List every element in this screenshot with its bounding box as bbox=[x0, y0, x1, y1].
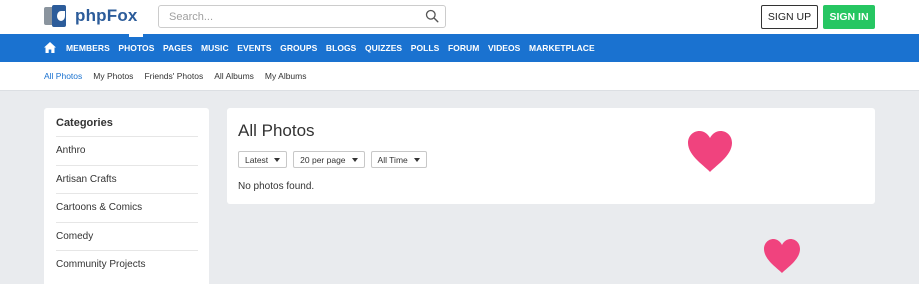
filter-bar: Latest 20 per page All Time bbox=[238, 151, 433, 168]
nav-item-events[interactable]: EVENTS bbox=[237, 34, 271, 62]
nav-item-polls[interactable]: POLLS bbox=[411, 34, 440, 62]
top-bar: phpFox SIGN UP SIGN IN bbox=[0, 0, 919, 34]
categories-title: Categories bbox=[56, 117, 113, 129]
categories-panel: Categories Anthro Artisan Crafts Cartoon… bbox=[44, 108, 209, 284]
logo-icon bbox=[44, 5, 72, 27]
nav-item-members[interactable]: MEMBERS bbox=[66, 34, 110, 62]
nav-item-quizzes[interactable]: QUIZZES bbox=[365, 34, 402, 62]
nav-item-pages[interactable]: PAGES bbox=[163, 34, 192, 62]
nav-item-videos[interactable]: VIDEOS bbox=[488, 34, 520, 62]
main-nav: MEMBERS PHOTOS PAGES MUSIC EVENTS GROUPS… bbox=[0, 34, 919, 62]
time-dropdown[interactable]: All Time bbox=[370, 151, 427, 168]
heart-icon bbox=[764, 239, 800, 273]
empty-message: No photos found. bbox=[238, 181, 315, 192]
sign-up-button[interactable]: SIGN UP bbox=[761, 5, 818, 29]
home-icon[interactable] bbox=[44, 42, 56, 53]
sort-dropdown[interactable]: Latest bbox=[238, 151, 288, 168]
subnav-item-my-albums[interactable]: My Albums bbox=[265, 71, 307, 81]
caret-down-icon bbox=[351, 157, 358, 162]
photos-panel: All Photos Latest 20 per page All Time N… bbox=[227, 108, 875, 204]
category-item[interactable]: Cartoons & Comics bbox=[56, 193, 198, 222]
logo-text: phpFox bbox=[75, 6, 138, 25]
subnav-item-all-albums[interactable]: All Albums bbox=[214, 71, 254, 81]
search-box bbox=[158, 5, 446, 28]
nav-item-music[interactable]: MUSIC bbox=[201, 34, 229, 62]
nav-item-forum[interactable]: FORUM bbox=[448, 34, 479, 62]
heart-icon bbox=[688, 131, 732, 172]
sign-in-button[interactable]: SIGN IN bbox=[823, 5, 875, 29]
nav-item-marketplace[interactable]: MARKETPLACE bbox=[529, 34, 595, 62]
sub-nav: All Photos My Photos Friends' Photos All… bbox=[0, 62, 919, 91]
category-item[interactable]: Anthro bbox=[56, 136, 198, 165]
caret-down-icon bbox=[274, 157, 281, 162]
category-item[interactable]: Community Projects bbox=[56, 250, 198, 279]
sort-label: Latest bbox=[245, 154, 269, 165]
logo[interactable]: phpFox bbox=[44, 5, 138, 27]
per-page-dropdown[interactable]: 20 per page bbox=[293, 151, 365, 168]
search-icon[interactable] bbox=[425, 9, 439, 23]
per-page-label: 20 per page bbox=[300, 154, 346, 165]
time-label: All Time bbox=[377, 154, 408, 165]
nav-item-groups[interactable]: GROUPS bbox=[280, 34, 317, 62]
category-item[interactable]: Comedy bbox=[56, 221, 198, 251]
caret-down-icon bbox=[413, 157, 420, 162]
nav-item-photos[interactable]: PHOTOS bbox=[118, 34, 154, 62]
search-input[interactable] bbox=[159, 6, 409, 27]
nav-item-blogs[interactable]: BLOGS bbox=[326, 34, 356, 62]
page-title: All Photos bbox=[238, 121, 315, 140]
subnav-item-my-photos[interactable]: My Photos bbox=[93, 71, 133, 81]
subnav-item-all-photos[interactable]: All Photos bbox=[44, 71, 82, 81]
subnav-item-friends-photos[interactable]: Friends' Photos bbox=[144, 71, 203, 81]
category-item[interactable]: Artisan Crafts bbox=[56, 164, 198, 194]
